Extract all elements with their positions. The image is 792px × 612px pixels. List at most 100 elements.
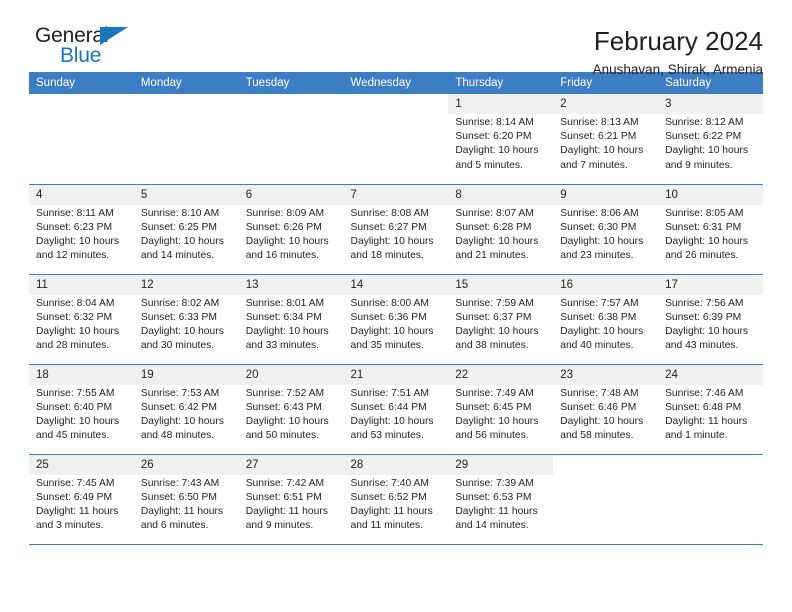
sunrise-text: Sunrise: 7:49 AM [455, 387, 534, 399]
calendar-cell-day-6[interactable]: 6 Sunrise: 8:09 AM Sunset: 6:26 PM Daylight… [238, 184, 344, 275]
calendar-week-row: 11 Sunrise: 8:04 AM Sunset: 6:32 PM Dayligh… [29, 274, 763, 365]
calendar-cell-day-26[interactable]: 26 Sunrise: 7:43 AM Sunset: 6:50 PM Dayligh… [133, 454, 239, 545]
sunset-text: Sunset: 6:44 PM [350, 401, 427, 413]
calendar-cell-inner [29, 94, 134, 184]
daylight-text: Daylight: 10 hours and 14 minutes. [140, 235, 224, 262]
logo-text-blue: Blue [60, 44, 102, 67]
calendar-cell-day-16[interactable]: 16 Sunrise: 7:57 AM Sunset: 6:38 PM Dayligh… [553, 274, 659, 365]
calendar-cell-inner: 1 Sunrise: 8:14 AM Sunset: 6:20 PM Daylight… [448, 94, 554, 184]
sunset-text: Sunset: 6:22 PM [665, 131, 742, 143]
calendar-cell-day-22[interactable]: 22 Sunrise: 7:49 AM Sunset: 6:45 PM Dayligh… [448, 364, 554, 455]
day-details: Sunrise: 8:13 AM Sunset: 6:21 PM Daylight:… [553, 114, 658, 173]
calendar-cell-inner: 2 Sunrise: 8:13 AM Sunset: 6:21 PM Daylight… [553, 94, 659, 184]
calendar-cell-inner: 6 Sunrise: 8:09 AM Sunset: 6:26 PM Daylight… [238, 184, 344, 274]
daylight-text: Daylight: 10 hours and 48 minutes. [140, 415, 224, 442]
calendar-cell-day-12[interactable]: 12 Sunrise: 8:02 AM Sunset: 6:33 PM Dayligh… [133, 274, 239, 365]
calendar-cell-day-21[interactable]: 21 Sunrise: 7:51 AM Sunset: 6:44 PM Dayligh… [343, 364, 449, 455]
daylight-text: Daylight: 10 hours and 26 minutes. [665, 235, 749, 262]
sunset-text: Sunset: 6:25 PM [140, 221, 217, 233]
calendar-cell-day-17[interactable]: 17 Sunrise: 7:56 AM Sunset: 6:39 PM Dayligh… [658, 274, 763, 365]
daylight-text: Daylight: 11 hours and 1 minute. [665, 415, 748, 442]
day-number: 4 [29, 184, 134, 205]
general-blue-logo[interactable]: General Blue [29, 24, 141, 70]
calendar-cell-day-4[interactable]: 4 Sunrise: 8:11 AM Sunset: 6:23 PM Daylight… [29, 184, 134, 275]
calendar-cell-inner: 8 Sunrise: 8:07 AM Sunset: 6:28 PM Daylight… [448, 184, 554, 274]
calendar-cell-inner: 29 Sunrise: 7:39 AM Sunset: 6:53 PM Dayligh… [448, 454, 554, 544]
daylight-text: Daylight: 10 hours and 33 minutes. [245, 325, 329, 352]
day-number: 2 [553, 94, 659, 114]
calendar-table: Sunday Monday Tuesday Wednesday Thursday Frid… [29, 72, 763, 545]
calendar-cell-day-1[interactable]: 1 Sunrise: 8:14 AM Sunset: 6:20 PM Daylight… [448, 94, 554, 185]
daylight-text: Daylight: 10 hours and 12 minutes. [36, 235, 119, 262]
sunrise-text: Sunrise: 7:55 AM [36, 387, 115, 399]
calendar-cell-day-5[interactable]: 5 Sunrise: 8:10 AM Sunset: 6:25 PM Daylight… [133, 184, 239, 275]
calendar-cell-day-13[interactable]: 13 Sunrise: 8:01 AM Sunset: 6:34 PM Dayligh… [238, 274, 344, 365]
calendar-cell-day-29[interactable]: 29 Sunrise: 7:39 AM Sunset: 6:53 PM Dayligh… [448, 454, 554, 545]
sunrise-text: Sunrise: 8:01 AM [245, 297, 325, 309]
day-details: Sunrise: 8:00 AM Sunset: 6:36 PM Daylight:… [344, 295, 449, 354]
day-details: Sunrise: 7:42 AM Sunset: 6:51 PM Daylight:… [239, 475, 344, 534]
calendar-week-row: 25 Sunrise: 7:45 AM Sunset: 6:49 PM Dayligh… [29, 454, 763, 545]
day-details: Sunrise: 8:11 AM Sunset: 6:23 PM Daylight:… [29, 205, 134, 264]
sunrise-text: Sunrise: 8:06 AM [560, 207, 639, 219]
calendar-cell-inner: 26 Sunrise: 7:43 AM Sunset: 6:50 PM Dayligh… [133, 454, 239, 544]
calendar-cell-day-10[interactable]: 10 Sunrise: 8:05 AM Sunset: 6:31 PM Dayligh… [658, 184, 763, 275]
calendar-cell-inner: 7 Sunrise: 8:08 AM Sunset: 6:27 PM Daylight… [343, 184, 449, 274]
sunrise-text: Sunrise: 8:08 AM [350, 207, 429, 219]
calendar-cell-inner: 21 Sunrise: 7:51 AM Sunset: 6:44 PM Dayligh… [343, 364, 449, 454]
sunset-text: Sunset: 6:42 PM [140, 401, 217, 413]
daylight-text: Daylight: 10 hours and 21 minutes. [455, 235, 539, 262]
day-number: 15 [448, 274, 554, 295]
day-number: 26 [133, 454, 239, 475]
daylight-text: Daylight: 11 hours and 6 minutes. [140, 505, 224, 532]
sunrise-text: Sunrise: 8:11 AM [36, 207, 114, 219]
sunrise-text: Sunrise: 7:48 AM [560, 387, 639, 399]
calendar-week-row: 1 Sunrise: 8:14 AM Sunset: 6:20 PM Daylight… [29, 94, 763, 185]
day-number: 24 [658, 364, 763, 385]
calendar-cell-day-3[interactable]: 3 Sunrise: 8:12 AM Sunset: 6:22 PM Daylight… [658, 94, 763, 185]
day-number: 10 [658, 184, 763, 205]
sunrise-text: Sunrise: 7:42 AM [245, 477, 325, 489]
calendar-cell-day-18[interactable]: 18 Sunrise: 7:55 AM Sunset: 6:40 PM Dayligh… [29, 364, 134, 455]
calendar-cell-day-28[interactable]: 28 Sunrise: 7:40 AM Sunset: 6:52 PM Dayligh… [343, 454, 449, 545]
calendar-cell-day-11[interactable]: 11 Sunrise: 8:04 AM Sunset: 6:32 PM Dayligh… [29, 274, 134, 365]
sunset-text: Sunset: 6:50 PM [140, 491, 217, 503]
day-number: 27 [238, 454, 344, 475]
calendar-cell-day-25[interactable]: 25 Sunrise: 7:45 AM Sunset: 6:49 PM Dayligh… [29, 454, 134, 545]
page-title: February 2024 [593, 26, 763, 56]
weekday-header-sunday: Sunday [29, 72, 134, 94]
calendar-cell-inner: 18 Sunrise: 7:55 AM Sunset: 6:40 PM Dayligh… [29, 364, 134, 454]
calendar-cell-inner: 12 Sunrise: 8:02 AM Sunset: 6:33 PM Dayligh… [133, 274, 239, 364]
calendar-cell-day-23[interactable]: 23 Sunrise: 7:48 AM Sunset: 6:46 PM Dayligh… [553, 364, 659, 455]
day-number: 20 [238, 364, 344, 385]
daylight-text: Daylight: 11 hours and 11 minutes. [350, 505, 433, 532]
sunset-text: Sunset: 6:36 PM [350, 311, 427, 323]
daylight-text: Daylight: 11 hours and 9 minutes. [245, 505, 328, 532]
day-number: 18 [29, 364, 134, 385]
daylight-text: Daylight: 10 hours and 53 minutes. [350, 415, 434, 442]
calendar-cell-day-2[interactable]: 2 Sunrise: 8:13 AM Sunset: 6:21 PM Daylight… [553, 94, 659, 185]
sunrise-text: Sunrise: 8:09 AM [245, 207, 325, 219]
calendar-cell-day-27[interactable]: 27 Sunrise: 7:42 AM Sunset: 6:51 PM Dayligh… [238, 454, 344, 545]
calendar-cell-day-20[interactable]: 20 Sunrise: 7:52 AM Sunset: 6:43 PM Dayligh… [238, 364, 344, 455]
calendar-cell-day-15[interactable]: 15 Sunrise: 7:59 AM Sunset: 6:37 PM Dayligh… [448, 274, 554, 365]
calendar-week-row: 4 Sunrise: 8:11 AM Sunset: 6:23 PM Daylight… [29, 184, 763, 275]
calendar-cell-inner: 20 Sunrise: 7:52 AM Sunset: 6:43 PM Dayligh… [238, 364, 344, 454]
calendar-cell-day-14[interactable]: 14 Sunrise: 8:00 AM Sunset: 6:36 PM Dayligh… [343, 274, 449, 365]
sunrise-text: Sunrise: 8:05 AM [665, 207, 744, 219]
calendar-cell-day-19[interactable]: 19 Sunrise: 7:53 AM Sunset: 6:42 PM Dayligh… [133, 364, 239, 455]
calendar-cell-day-7[interactable]: 7 Sunrise: 8:08 AM Sunset: 6:27 PM Daylight… [343, 184, 449, 275]
calendar-cell-inner: 13 Sunrise: 8:01 AM Sunset: 6:34 PM Dayligh… [238, 274, 344, 364]
daylight-text: Daylight: 10 hours and 30 minutes. [140, 325, 224, 352]
day-number: 5 [133, 184, 239, 205]
daylight-text: Daylight: 10 hours and 40 minutes. [560, 325, 644, 352]
calendar-cell-inner: 28 Sunrise: 7:40 AM Sunset: 6:52 PM Dayligh… [343, 454, 449, 544]
daylight-text: Daylight: 10 hours and 58 minutes. [560, 415, 644, 442]
sunset-text: Sunset: 6:39 PM [665, 311, 742, 323]
calendar-cell-inner [344, 94, 449, 184]
calendar-cell-day-24[interactable]: 24 Sunrise: 7:46 AM Sunset: 6:48 PM Dayligh… [658, 364, 763, 455]
weekday-header-monday: Monday [133, 72, 239, 94]
calendar-cell-day-9[interactable]: 9 Sunrise: 8:06 AM Sunset: 6:30 PM Daylight… [553, 184, 659, 275]
calendar-cell-day-8[interactable]: 8 Sunrise: 8:07 AM Sunset: 6:28 PM Daylight… [448, 184, 554, 275]
calendar-cell-empty [133, 94, 239, 185]
